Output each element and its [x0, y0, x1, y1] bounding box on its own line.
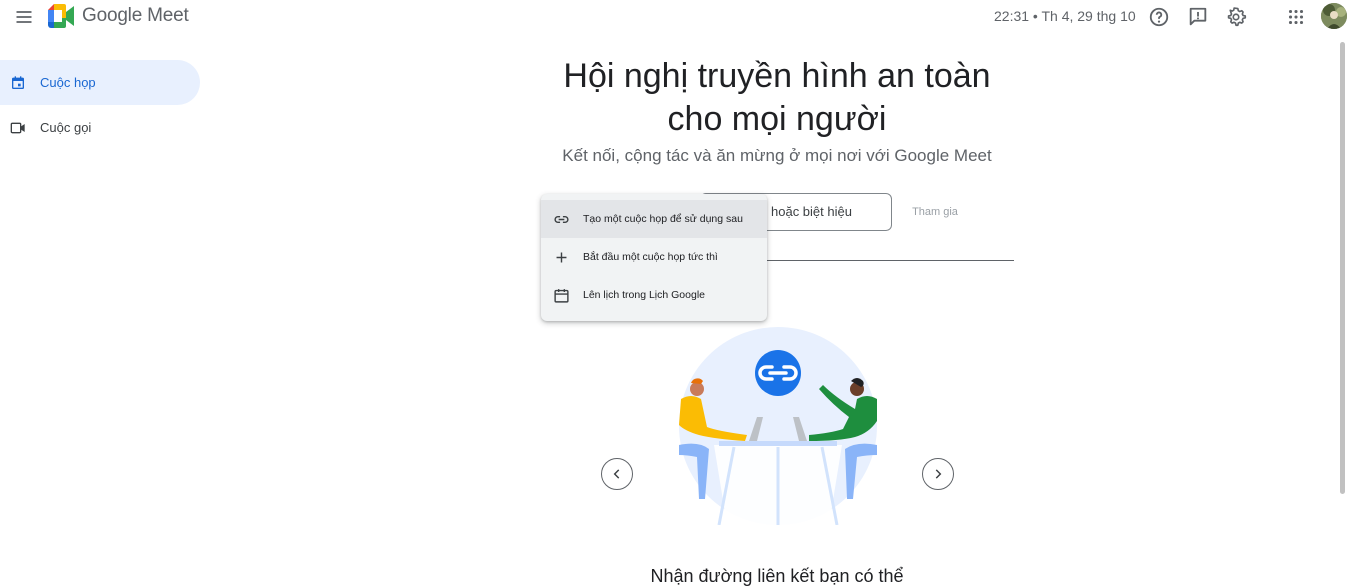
menu-item-create-for-later[interactable]: Tạo một cuộc họp để sử dụng sau — [541, 200, 767, 238]
top-bar: Google Meet 22:31 • Th 4, 29 thg 10 — [0, 0, 1351, 34]
page-subtitle: Kết nối, cộng tác và ăn mừng ở mọi nơi v… — [562, 146, 992, 165]
feedback-icon[interactable] — [1187, 6, 1209, 28]
carousel-prev-button[interactable] — [601, 458, 633, 490]
menu-item-start-instant[interactable]: Bắt đầu một cuộc họp tức thì — [541, 238, 767, 276]
app-name: Google Meet — [82, 5, 189, 26]
chevron-left-icon — [613, 469, 620, 479]
link-sharing-illustration — [679, 327, 877, 525]
sidebar-item-label: Cuộc họp — [40, 75, 96, 90]
menu-item-label: Lên lịch trong Lịch Google — [583, 289, 705, 301]
plus-icon — [556, 252, 567, 262]
page-title: Hội nghị truyền hình an toàn cho mọi ngư… — [476, 55, 1078, 141]
apps-grid-icon[interactable] — [1285, 6, 1307, 28]
sidebar: Cuộc họp Cuộc gọi — [0, 60, 200, 150]
join-button[interactable]: Tham gia — [900, 199, 970, 225]
page-title-line-2: cho mọi người — [667, 100, 887, 138]
avatar-image — [1321, 3, 1347, 29]
datetime-display: 22:31 • Th 4, 29 thg 10 — [994, 8, 1136, 24]
google-meet-logo[interactable]: Google Meet — [48, 4, 189, 28]
menu-icon[interactable] — [14, 7, 34, 27]
menu-item-label: Bắt đầu một cuộc họp tức thì — [583, 251, 718, 263]
menu-item-schedule-calendar[interactable]: Lên lịch trong Lịch Google — [541, 276, 767, 314]
scrollbar[interactable] — [1340, 42, 1345, 494]
help-icon[interactable] — [1148, 6, 1170, 28]
avatar[interactable] — [1321, 3, 1347, 29]
sidebar-item-meetings[interactable]: Cuộc họp — [0, 60, 200, 105]
carousel-next-button[interactable] — [922, 458, 954, 490]
menu-item-label: Tạo một cuộc họp để sử dụng sau — [583, 213, 743, 225]
sidebar-item-label: Cuộc gọi — [40, 120, 92, 135]
sidebar-item-calls[interactable]: Cuộc gọi — [0, 105, 200, 150]
new-meeting-menu: Tạo một cuộc họp để sử dụng sau Bắt đầu … — [541, 194, 767, 321]
link-icon — [554, 215, 569, 223]
video-camera-icon — [10, 122, 25, 133]
meet-logo-icon — [48, 4, 74, 28]
page-title-line-1: Hội nghị truyền hình an toàn — [563, 57, 991, 95]
calendar-icon — [554, 288, 569, 303]
chevron-right-icon — [935, 469, 942, 479]
carousel-caption: Nhận đường liên kết bạn có thể — [650, 566, 904, 586]
settings-icon[interactable] — [1225, 6, 1247, 28]
calendar-icon — [12, 75, 24, 89]
